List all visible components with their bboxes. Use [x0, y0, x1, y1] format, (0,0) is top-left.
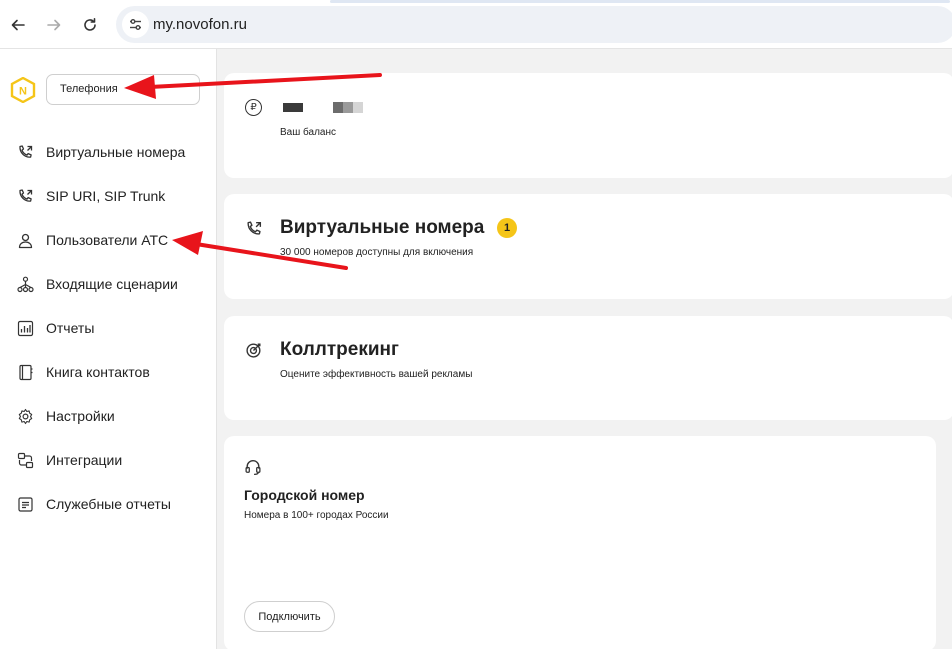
back-button[interactable] — [5, 12, 31, 38]
balance-value-redacted — [283, 103, 303, 112]
reload-icon — [84, 18, 96, 31]
balance-label: Ваш баланс — [280, 127, 337, 138]
section-select[interactable]: Телефония — [46, 74, 200, 105]
sidebar-item-incoming-scenarios[interactable]: Входящие сценарии — [0, 262, 217, 306]
url-text[interactable]: my.novofon.ru — [153, 16, 247, 33]
phone-icon — [247, 221, 262, 235]
connect-button[interactable]: Подключить — [244, 601, 335, 632]
sidebar-item-label: Отчеты — [46, 320, 95, 336]
browser-toolbar: my.novofon.ru — [0, 0, 952, 49]
sidebar-item-label: Книга контактов — [46, 364, 150, 380]
virtual-numbers-subtitle: 30 000 номеров доступны для включения — [280, 247, 474, 258]
virtual-numbers-title: Виртуальные номера — [280, 217, 485, 238]
back-arrow-icon — [11, 19, 25, 31]
city-number-title: Городской номер — [244, 487, 365, 503]
balance-value-redacted — [333, 102, 363, 113]
sidebar-item-service-reports[interactable]: Служебные отчеты — [0, 482, 217, 526]
reload-button[interactable] — [77, 12, 103, 38]
tab-strip-accent — [330, 0, 950, 3]
site-settings-button[interactable] — [122, 11, 149, 38]
user-icon — [16, 231, 34, 249]
sidebar-item-label: SIP URI, SIP Trunk — [46, 188, 166, 204]
sidebar-item-label: Служебные отчеты — [46, 496, 171, 512]
city-number-subtitle: Номера в 100+ городах России — [244, 510, 389, 521]
phone-icon — [16, 187, 34, 205]
phone-icon — [16, 143, 34, 161]
sidebar-item-label: Настройки — [46, 408, 115, 424]
target-icon — [246, 343, 261, 358]
sidebar-item-virtual-numbers[interactable]: Виртуальные номера — [0, 130, 217, 174]
forward-arrow-icon — [47, 19, 61, 31]
sidebar-item-pbx-users[interactable]: Пользователи АТС — [0, 218, 217, 262]
calltracking-subtitle: Оцените эффективность вашей рекламы — [280, 369, 473, 380]
sidebar-item-settings[interactable]: Настройки — [0, 394, 217, 438]
document-icon — [16, 495, 34, 513]
chart-icon — [16, 319, 34, 337]
calltracking-title: Коллтрекинг — [280, 339, 399, 360]
integration-icon — [16, 451, 34, 469]
sidebar-item-label: Входящие сценарии — [46, 276, 178, 292]
sidebar-item-sip[interactable]: SIP URI, SIP Trunk — [0, 174, 217, 218]
gear-icon — [16, 407, 34, 425]
sidebar-item-reports[interactable]: Отчеты — [0, 306, 217, 350]
calltracking-card[interactable]: Коллтрекинг Оцените эффективность вашей … — [224, 316, 952, 420]
forward-button[interactable] — [41, 12, 67, 38]
count-badge: 1 — [497, 218, 517, 238]
sidebar-item-label: Виртуальные номера — [46, 144, 186, 160]
svg-text:N: N — [19, 86, 27, 98]
city-number-card[interactable]: Городской номер Номера в 100+ городах Ро… — [224, 436, 936, 649]
tune-icon — [130, 19, 141, 30]
book-icon — [16, 363, 34, 381]
scenario-icon — [16, 275, 34, 293]
address-bar[interactable]: my.novofon.ru — [116, 6, 952, 43]
balance-card[interactable]: ₽ Ваш баланс — [224, 73, 952, 178]
main-content: ₽ Ваш баланс Виртуальные номера 1 30 000… — [217, 49, 952, 649]
sidebar-item-integrations[interactable]: Интеграции — [0, 438, 217, 482]
headset-icon — [245, 459, 261, 476]
sidebar-item-contacts[interactable]: Книга контактов — [0, 350, 217, 394]
novofon-logo-icon: N — [10, 77, 36, 103]
sidebar: N Телефония Виртуальные номера SIP URI, … — [0, 49, 217, 649]
sidebar-item-label: Пользователи АТС — [46, 232, 169, 248]
sidebar-menu: Виртуальные номера SIP URI, SIP Trunk По… — [0, 130, 217, 526]
ruble-icon: ₽ — [245, 99, 262, 116]
virtual-numbers-card[interactable]: Виртуальные номера 1 30 000 номеров дост… — [224, 194, 952, 299]
sidebar-item-label: Интеграции — [46, 452, 123, 468]
